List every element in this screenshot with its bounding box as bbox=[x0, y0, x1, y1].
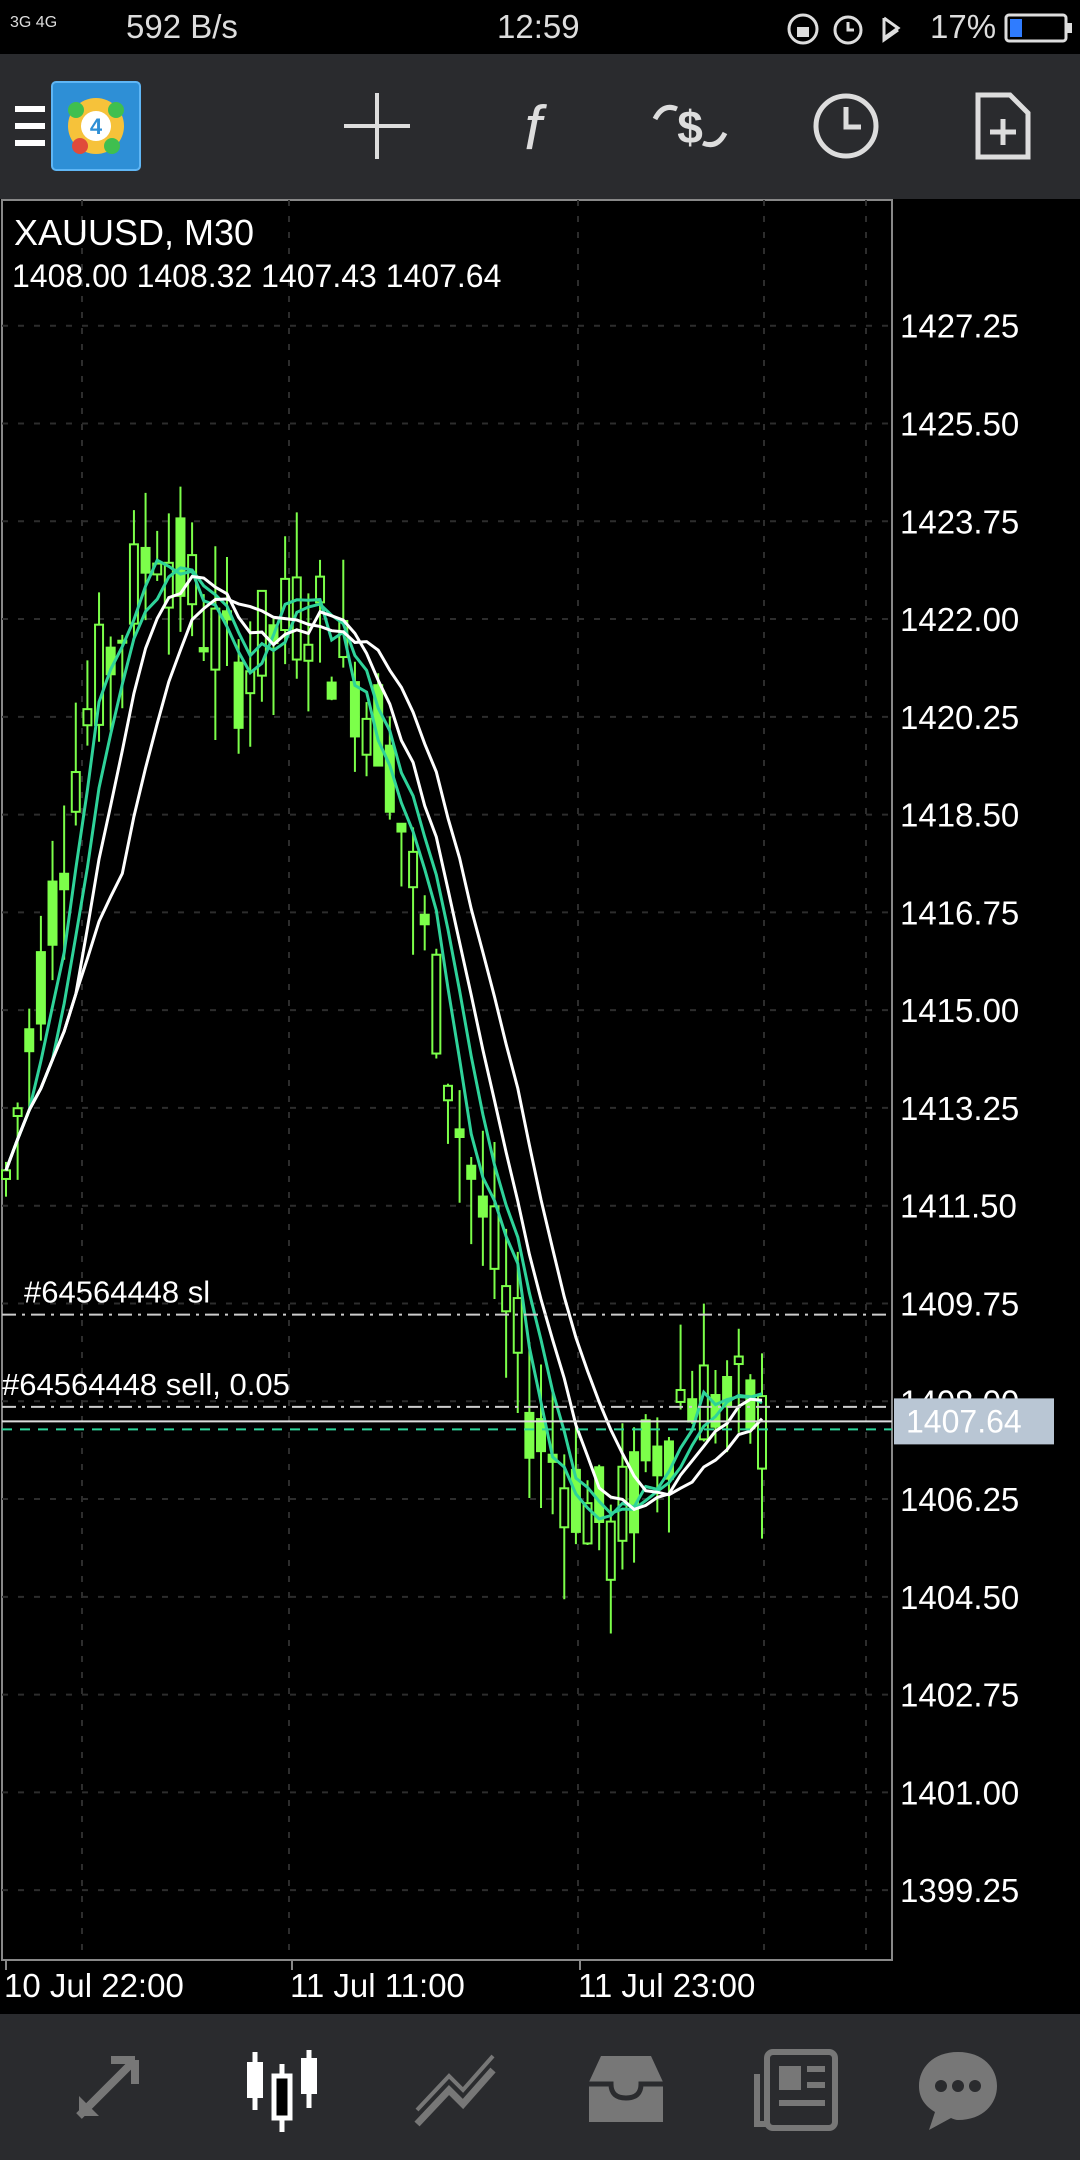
svg-text:4: 4 bbox=[90, 114, 103, 139]
price-tick-label: 1416.75 bbox=[900, 894, 1019, 931]
candle-body bbox=[70, 771, 81, 813]
candle-body bbox=[12, 1107, 23, 1117]
chart-grid bbox=[2, 200, 892, 1960]
candle-body bbox=[396, 822, 407, 833]
candle-body bbox=[605, 1520, 616, 1581]
current-price-label: 1407.64 bbox=[906, 1403, 1022, 1439]
battery-icon bbox=[1004, 13, 1074, 51]
price-chart[interactable]: 1427.25 1425.50 1423.75 1422.00 1420.25 1418.… bbox=[0, 199, 1080, 2014]
time-tick-label: 11 Jul 11:00 bbox=[290, 1967, 465, 2004]
candle-body bbox=[361, 717, 372, 756]
metatrader-logo-icon[interactable]: 4 bbox=[46, 76, 146, 176]
new-order-icon[interactable] bbox=[952, 76, 1052, 176]
candle-body bbox=[175, 517, 186, 597]
chat-icon[interactable] bbox=[903, 2034, 1013, 2144]
news-icon[interactable] bbox=[743, 2034, 853, 2144]
period-clock-icon[interactable] bbox=[796, 76, 896, 176]
candle-body bbox=[652, 1445, 663, 1477]
price-tick-label: 1418.50 bbox=[900, 797, 1019, 834]
price-tick-label: 1415.00 bbox=[900, 992, 1019, 1029]
status-icons bbox=[786, 12, 936, 54]
candle-body bbox=[536, 1418, 547, 1453]
candle-body bbox=[594, 1466, 605, 1523]
candle-body bbox=[59, 872, 70, 891]
candle-body bbox=[489, 1205, 500, 1270]
candle-body bbox=[210, 607, 221, 671]
sl-label: #64564448 sl bbox=[24, 1275, 210, 1310]
top-toolbar: 4 f $ bbox=[0, 54, 1080, 199]
price-tick-label: 1422.00 bbox=[900, 601, 1019, 638]
candle-body bbox=[419, 913, 430, 926]
chart-symbol: XAUUSD, M30 bbox=[14, 212, 254, 253]
bottom-navigation bbox=[0, 2014, 1080, 2160]
history-icon[interactable] bbox=[571, 2034, 681, 2144]
chart-canvas[interactable]: 1427.25 1425.50 1423.75 1422.00 1420.25 1418.… bbox=[0, 199, 1080, 2014]
indicators-icon[interactable]: f bbox=[483, 76, 583, 176]
price-tick-label: 1420.25 bbox=[900, 699, 1019, 736]
crosshair-icon[interactable] bbox=[327, 76, 427, 176]
time-axis: 10 Jul 22:00 11 Jul 11:00 11 Jul 23:00 bbox=[4, 1960, 755, 2004]
candle-body bbox=[675, 1388, 686, 1403]
candle-body bbox=[477, 1195, 488, 1218]
price-tick-label: 1427.25 bbox=[900, 308, 1019, 345]
chart-icon[interactable] bbox=[227, 2034, 337, 2144]
candle-body bbox=[82, 708, 93, 727]
candle-body bbox=[326, 681, 337, 700]
price-axis: 1427.25 1425.50 1423.75 1422.00 1420.25 1418.… bbox=[900, 308, 1019, 1909]
candle-body bbox=[640, 1419, 651, 1462]
quotes-icon[interactable] bbox=[55, 2034, 165, 2144]
candle-body bbox=[466, 1164, 477, 1180]
candle-body bbox=[47, 880, 58, 946]
trade-nav-icon[interactable] bbox=[399, 2034, 509, 2144]
price-tick-label: 1409.75 bbox=[900, 1285, 1019, 1322]
candle-body bbox=[733, 1355, 744, 1366]
candle-body bbox=[1, 1169, 11, 1180]
candle-body bbox=[454, 1128, 465, 1138]
candle-body bbox=[629, 1451, 640, 1534]
price-tick-label: 1425.50 bbox=[900, 405, 1019, 442]
price-tick-label: 1401.00 bbox=[900, 1774, 1019, 1811]
candle-body bbox=[408, 850, 419, 889]
price-tick-label: 1423.75 bbox=[900, 503, 1019, 540]
candle-body bbox=[198, 647, 209, 653]
price-tick-label: 1404.50 bbox=[900, 1579, 1019, 1616]
time-tick-label: 11 Jul 23:00 bbox=[578, 1967, 755, 2004]
price-tick-label: 1399.25 bbox=[900, 1872, 1019, 1909]
status-bar: 3G 4G 592 B/s 12:59 17% bbox=[0, 0, 1080, 54]
order-label: #64564448 sell, 0.05 bbox=[2, 1367, 290, 1402]
network-indicator: 3G 4G bbox=[10, 14, 58, 31]
battery-percent: 17% bbox=[930, 8, 997, 45]
candle-body bbox=[349, 681, 360, 738]
time-tick-label: 10 Jul 22:00 bbox=[4, 1967, 184, 2004]
clock: 12:59 bbox=[497, 8, 580, 45]
candle-body bbox=[442, 1084, 453, 1102]
chart-ohlc: 1408.00 1408.32 1407.43 1407.64 bbox=[12, 258, 501, 294]
price-tick-label: 1406.25 bbox=[900, 1481, 1019, 1518]
price-tick-label: 1411.50 bbox=[900, 1188, 1017, 1225]
candle-body bbox=[524, 1411, 535, 1459]
candle-body bbox=[233, 661, 244, 729]
candle-body bbox=[140, 546, 151, 574]
candle-body bbox=[35, 951, 46, 1025]
price-tick-label: 1402.75 bbox=[900, 1677, 1019, 1714]
moving-average-line bbox=[4, 597, 764, 1497]
candle-body bbox=[431, 953, 442, 1055]
network-speed: 592 B/s bbox=[126, 8, 238, 45]
svg-text:f: f bbox=[524, 94, 547, 161]
candle-body bbox=[512, 1297, 523, 1354]
candle-body bbox=[303, 643, 314, 662]
chart-frame bbox=[1, 199, 893, 1961]
candle-body bbox=[559, 1487, 570, 1529]
trade-icon[interactable]: $ bbox=[640, 76, 740, 176]
candle-body bbox=[501, 1285, 512, 1313]
candle-body bbox=[24, 1028, 35, 1053]
svg-text:$: $ bbox=[677, 101, 703, 153]
price-tick-label: 1413.25 bbox=[900, 1090, 1019, 1127]
